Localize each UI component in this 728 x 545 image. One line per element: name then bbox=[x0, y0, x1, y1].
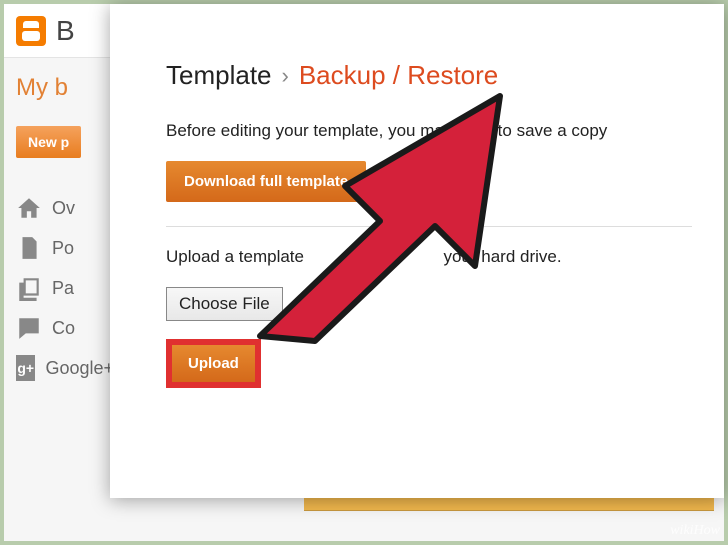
sidebar: My b New p Ov Po Pa bbox=[4, 74, 114, 388]
breadcrumb-template[interactable]: Template bbox=[166, 60, 272, 91]
comment-icon bbox=[16, 315, 42, 341]
sidebar-item-overview[interactable]: Ov bbox=[16, 188, 114, 228]
sidebar-item-label: Co bbox=[52, 318, 75, 339]
sidebar-item-label: Po bbox=[52, 238, 74, 259]
backup-restore-modal: Template › Backup / Restore Before editi… bbox=[110, 4, 724, 498]
sidebar-item-googleplus[interactable]: g+ Google+ bbox=[16, 348, 114, 388]
breadcrumb-backup-restore: Backup / Restore bbox=[299, 60, 498, 91]
brand-letter: B bbox=[56, 15, 75, 47]
sidebar-item-label: Ov bbox=[52, 198, 75, 219]
choose-file-button[interactable]: Choose File bbox=[166, 287, 283, 321]
upload-highlight: Upload bbox=[166, 339, 261, 388]
new-post-button[interactable]: New p bbox=[16, 126, 81, 158]
download-full-template-button[interactable]: Download full template bbox=[166, 161, 366, 202]
watermark: wikiHow bbox=[670, 523, 720, 539]
googleplus-icon: g+ bbox=[16, 355, 35, 381]
info-text-upload: Upload a template your hard drive. bbox=[166, 247, 692, 267]
pages-icon bbox=[16, 275, 42, 301]
house-icon bbox=[16, 195, 42, 221]
sidebar-item-posts[interactable]: Po bbox=[16, 228, 114, 268]
info-text-save-copy: Before editing your template, you may wa… bbox=[166, 121, 692, 141]
breadcrumb: Template › Backup / Restore bbox=[166, 60, 692, 91]
my-blogs-heading: My b bbox=[16, 74, 114, 102]
divider bbox=[166, 226, 692, 227]
chevron-right-icon: › bbox=[282, 63, 289, 89]
document-icon bbox=[16, 235, 42, 261]
upload-button[interactable]: Upload bbox=[172, 345, 255, 382]
blogger-logo-icon bbox=[16, 16, 46, 46]
sidebar-item-comments[interactable]: Co bbox=[16, 308, 114, 348]
sidebar-item-pages[interactable]: Pa bbox=[16, 268, 114, 308]
sidebar-item-label: Google+ bbox=[45, 358, 114, 379]
sidebar-item-label: Pa bbox=[52, 278, 74, 299]
